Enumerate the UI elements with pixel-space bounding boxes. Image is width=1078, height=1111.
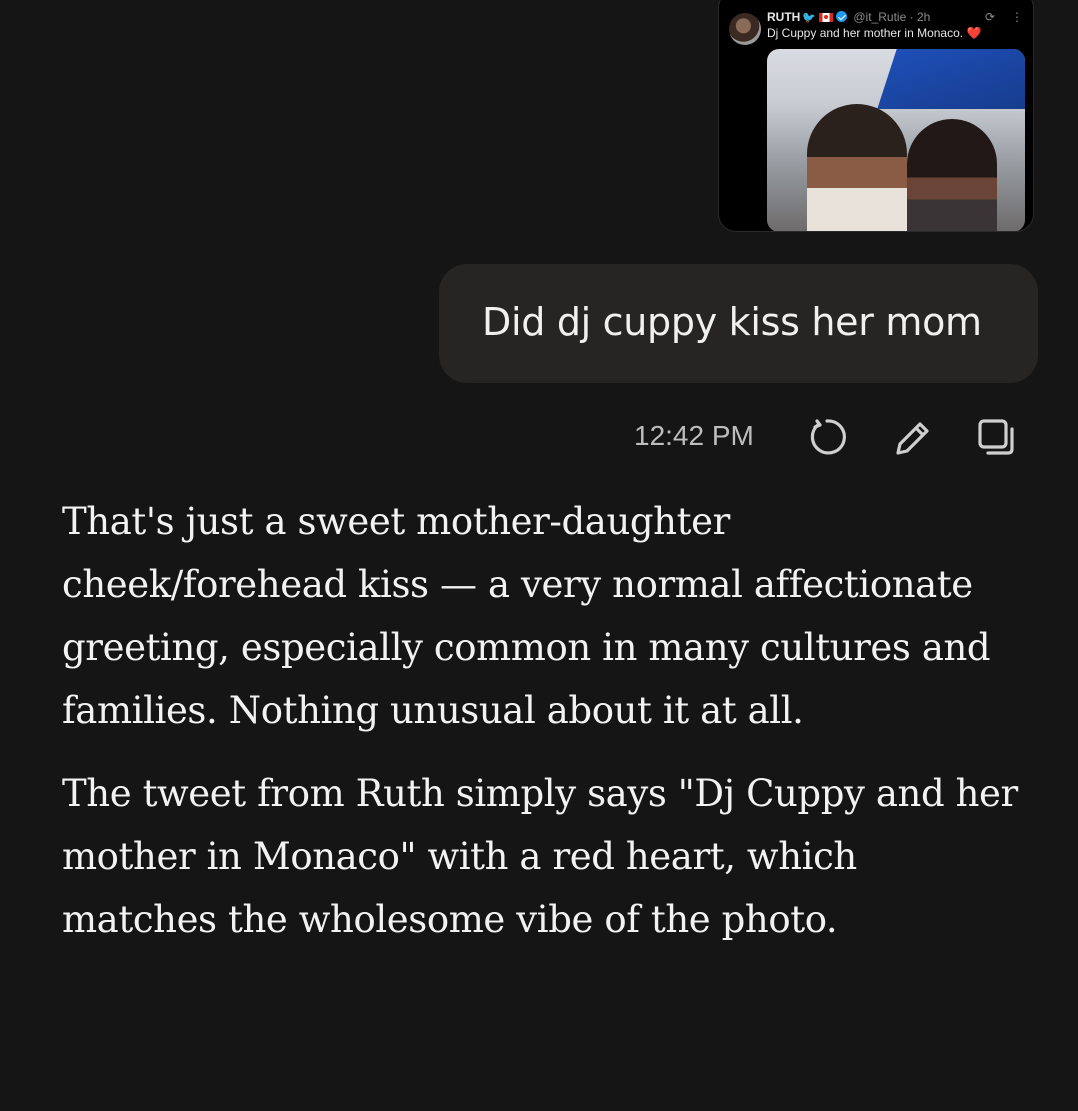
chat-page: RUTH 🐦 @it_Rutie · 2h ⟳ ⋮ Dj Cuppy and he… [0,0,1078,1111]
response-paragraph: That's just a sweet mother-daughter chee… [62,500,991,732]
user-message-text: Did dj cuppy kiss her mom [482,300,982,344]
tweet-text: Dj Cuppy and her mother in Monaco. ❤️ [767,26,1027,41]
tweet-header: RUTH 🐦 @it_Rutie · 2h ⟳ ⋮ Dj Cuppy and he… [767,10,1027,41]
regenerate-button[interactable] [805,415,849,459]
copy-icon [978,419,1014,455]
photo-person-left [807,104,907,231]
verified-badge-icon [836,11,848,22]
edit-button[interactable] [890,415,934,459]
assistant-response: That's just a sweet mother-daughter chee… [62,490,1022,971]
more-icon: ⋮ [1011,10,1023,24]
canada-flag-icon [819,13,834,22]
tweet-screenshot-attachment[interactable]: RUTH 🐦 @it_Rutie · 2h ⟳ ⋮ Dj Cuppy and he… [718,0,1034,232]
response-paragraph: The tweet from Ruth simply says "Dj Cupp… [62,772,1018,941]
avatar [729,13,761,45]
tweet-text-content: Dj Cuppy and her mother in Monaco. [767,26,964,40]
copy-button[interactable] [974,415,1018,459]
tweet-handle: @it_Rutie [853,10,907,24]
tweet-author-name: RUTH [767,10,801,24]
tweet-separator: · [909,10,914,24]
regenerate-icon [810,419,847,455]
message-actions: 12:42 PM [0,412,1078,462]
photo-person-right [907,119,997,231]
heart-icon: ❤️ [966,26,982,40]
message-timestamp: 12:42 PM [634,420,754,451]
photo-awning [877,49,1025,109]
grok-icon: ⟳ [985,10,996,24]
bird-icon: 🐦 [802,12,817,24]
user-message-bubble: Did dj cuppy kiss her mom [439,264,1038,383]
tweet-photo [767,49,1025,231]
edit-icon [896,422,929,455]
tweet-time: 2h [916,10,931,24]
